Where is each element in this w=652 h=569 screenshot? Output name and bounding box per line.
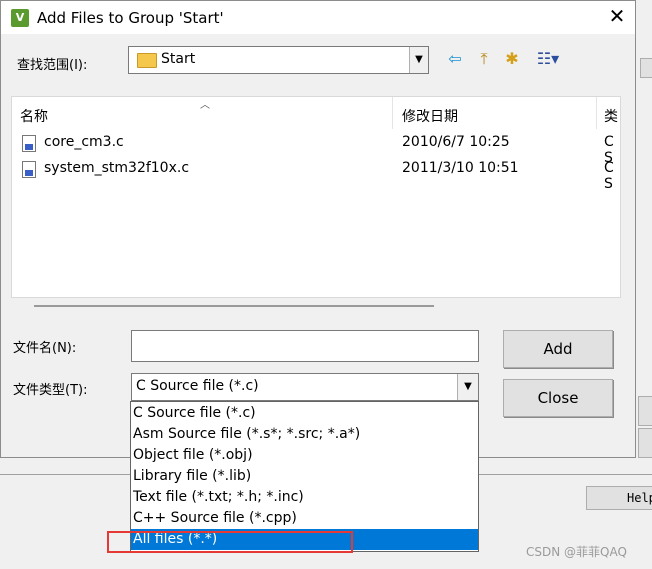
- file-name: system_stm32f10x.c: [44, 160, 190, 176]
- new-folder-icon[interactable]: ✱: [502, 49, 522, 69]
- look-in-label: 查找范围(I):: [17, 58, 88, 73]
- watermark: CSDN @菲菲QAQ: [526, 545, 627, 559]
- file-type-label: 文件类型(T):: [13, 383, 88, 398]
- dropdown-option[interactable]: Text file (*.txt; *.h; *.inc): [131, 487, 478, 508]
- column-separator: [392, 97, 393, 129]
- file-name-label: 文件名(N):: [13, 341, 77, 356]
- back-icon[interactable]: ⇦: [445, 49, 465, 69]
- look-in-value: Start: [161, 51, 196, 67]
- folder-icon: [137, 53, 157, 68]
- column-header-date[interactable]: 修改日期: [402, 106, 458, 126]
- up-folder-icon[interactable]: ⤒: [474, 49, 494, 69]
- chevron-down-icon[interactable]: ▼: [409, 47, 428, 73]
- file-name-input[interactable]: [131, 330, 479, 362]
- column-separator: [596, 97, 597, 129]
- file-list[interactable]: ︿ 名称 修改日期 类 core_cm3.c 2010/6/7 10:25 C …: [11, 96, 621, 307]
- help-button[interactable]: Help: [586, 486, 652, 510]
- file-date: 2010/6/7 10:25: [402, 134, 510, 150]
- close-icon[interactable]: ✕: [605, 4, 629, 28]
- sort-arrow-icon: ︿: [200, 100, 210, 111]
- list-item[interactable]: system_stm32f10x.c 2011/3/10 10:51 C S: [12, 158, 620, 192]
- view-menu-icon[interactable]: ☷▾: [531, 49, 565, 69]
- horizontal-scrollbar[interactable]: [34, 305, 434, 307]
- add-files-dialog: V Add Files to Group 'Start' ✕ 查找范围(I): …: [0, 0, 636, 458]
- dialog-title: Add Files to Group 'Start': [37, 9, 224, 27]
- title-bar: V Add Files to Group 'Start' ✕: [1, 1, 635, 34]
- c-file-icon: [22, 161, 36, 178]
- dropdown-option[interactable]: Asm Source file (*.s*; *.src; *.a*): [131, 424, 478, 445]
- file-type-select[interactable]: C Source file (*.c) ▼: [131, 373, 479, 401]
- file-date: 2011/3/10 10:51: [402, 160, 519, 176]
- dropdown-option[interactable]: C Source file (*.c): [131, 403, 478, 424]
- file-type-dropdown: C Source file (*.c) Asm Source file (*.s…: [130, 401, 479, 552]
- chevron-down-icon[interactable]: ▼: [457, 374, 478, 400]
- dropdown-option[interactable]: Library file (*.lib): [131, 466, 478, 487]
- dropdown-option[interactable]: Object file (*.obj): [131, 445, 478, 466]
- c-file-icon: [22, 135, 36, 152]
- annotation-highlight-box: [107, 531, 353, 553]
- background-button: [640, 58, 652, 78]
- list-item[interactable]: core_cm3.c 2010/6/7 10:25 C S: [12, 132, 620, 166]
- keil-app-icon: V: [11, 9, 29, 27]
- dropdown-option[interactable]: C++ Source file (*.cpp): [131, 508, 478, 529]
- file-name: core_cm3.c: [44, 134, 124, 150]
- background-button: [638, 396, 652, 426]
- background-button: [638, 428, 652, 458]
- add-button[interactable]: Add: [503, 330, 613, 368]
- file-type-value: C Source file (*.c): [136, 378, 259, 394]
- column-header-name[interactable]: 名称: [20, 106, 48, 126]
- file-type: C S: [604, 160, 614, 192]
- column-header-type[interactable]: 类: [604, 106, 618, 126]
- close-button[interactable]: Close: [503, 379, 613, 417]
- look-in-combo[interactable]: Start ▼: [128, 46, 429, 74]
